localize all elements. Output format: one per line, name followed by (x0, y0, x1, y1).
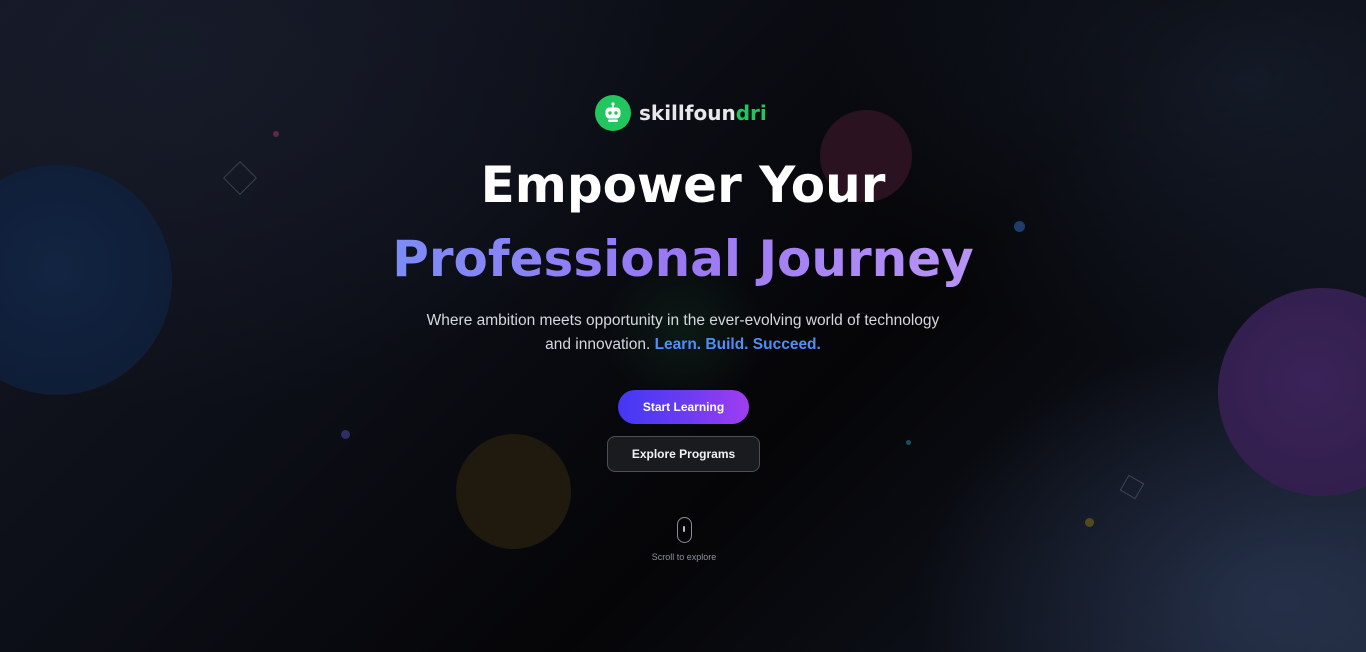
subtitle-line-2: and innovation. (545, 336, 651, 353)
decorative-dot (273, 131, 279, 137)
headline-line-1: Empower Your (480, 156, 886, 214)
subtitle-highlight: Learn. Build. Succeed. (654, 336, 821, 353)
brand-name: skillfoundri (639, 101, 767, 125)
scroll-label: Scroll to explore (651, 552, 717, 562)
hero-subtitle: Where ambition meets opportunity in the … (383, 309, 983, 357)
start-learning-button[interactable]: Start Learning (618, 390, 749, 424)
decorative-dot (341, 430, 350, 439)
headline-line-2: Professional Journey (392, 230, 974, 288)
subtitle-line-1: Where ambition meets opportunity in the … (426, 312, 940, 329)
decorative-dot (906, 440, 911, 445)
hero-section: skillfoundri Empower Your Professional J… (0, 0, 1366, 652)
robot-icon (595, 95, 631, 131)
decorative-gold-orb (456, 434, 571, 549)
brand-logo-link[interactable]: skillfoundri (595, 95, 767, 131)
decorative-dot (1085, 518, 1094, 527)
scroll-indicator[interactable]: Scroll to explore (640, 517, 728, 562)
explore-programs-button[interactable]: Explore Programs (607, 436, 760, 472)
mouse-icon (676, 517, 692, 543)
decorative-diamond (1119, 474, 1145, 500)
decorative-purple-orb (1218, 288, 1366, 496)
